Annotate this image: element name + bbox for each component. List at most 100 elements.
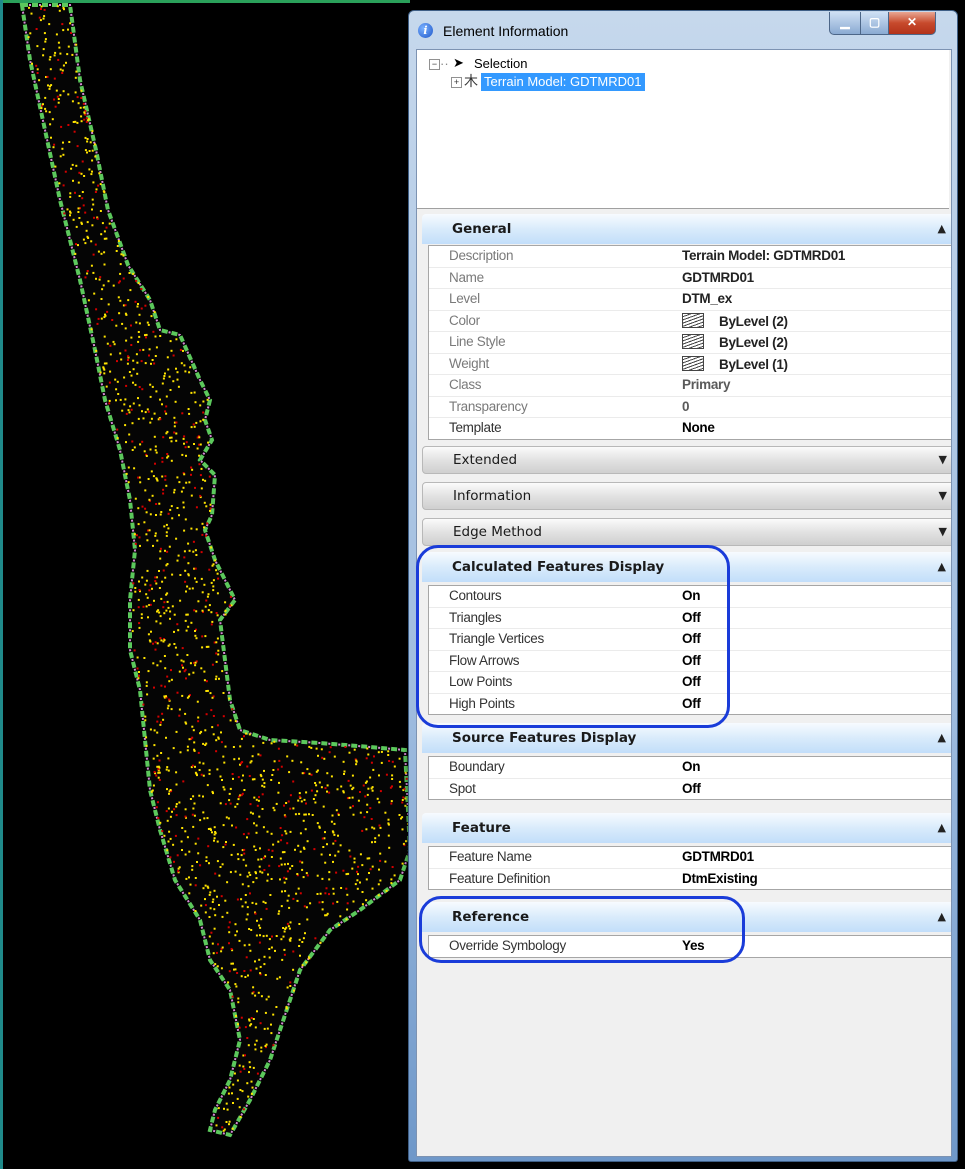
collapse-chevron-icon[interactable]: ▲: [938, 813, 946, 843]
spot-point: [387, 754, 390, 756]
collapse-chevron-icon[interactable]: ▲: [938, 552, 946, 582]
spot-point: [326, 772, 329, 775]
property-row[interactable]: Weight ByLevel (1): [429, 354, 951, 375]
spot-point: [116, 437, 119, 440]
spot-point: [401, 799, 404, 801]
spot-point: [168, 680, 171, 683]
spot-point: [127, 466, 130, 469]
spot-point: [186, 654, 189, 656]
property-row[interactable]: Level DTM_ex: [429, 289, 951, 311]
spot-point: [156, 731, 159, 734]
spot-point: [167, 644, 170, 647]
property-row[interactable]: Feature Definition DtmExisting: [429, 869, 951, 890]
spot-point: [56, 5, 59, 8]
spot-point: [181, 849, 183, 851]
property-row[interactable]: Feature Name GDTMRD01: [429, 847, 951, 869]
spot-point: [134, 542, 137, 545]
spot-point: [390, 802, 393, 805]
property-row[interactable]: Name GDTMRD01: [429, 268, 951, 289]
collapse-chevron-icon[interactable]: ▲: [938, 214, 946, 244]
property-row[interactable]: Class Primary: [429, 375, 951, 397]
spot-point: [239, 1089, 242, 1091]
section-general-header[interactable]: General ▲: [422, 214, 951, 244]
spot-point: [217, 943, 219, 946]
spot-point: [80, 172, 83, 175]
spot-point: [234, 923, 237, 926]
property-row[interactable]: Boundary On: [429, 757, 951, 779]
spot-point: [142, 605, 145, 608]
spot-point: [244, 1026, 247, 1029]
spot-point: [149, 584, 152, 587]
spot-point: [194, 486, 196, 489]
expand-icon[interactable]: +: [451, 77, 462, 88]
collapse-icon[interactable]: −: [429, 59, 440, 70]
spot-point: [175, 537, 178, 540]
collapse-chevron-icon[interactable]: ▲: [938, 902, 946, 932]
spot-point: [164, 410, 167, 413]
expand-chevron-icon[interactable]: ▼: [939, 447, 947, 473]
spot-point: [112, 340, 115, 343]
close-button[interactable]: ✕: [888, 12, 936, 35]
spot-point: [243, 848, 246, 851]
spot-point: [286, 986, 289, 989]
spot-point: [203, 817, 206, 820]
spot-point: [143, 521, 146, 524]
spot-point: [210, 829, 212, 831]
spot-point: [108, 399, 111, 402]
section-information-header[interactable]: Information ▼: [422, 482, 951, 510]
window-title: Element Information: [443, 23, 569, 39]
spot-point: [188, 587, 191, 590]
spot-point: [119, 272, 122, 275]
spot-point: [228, 697, 231, 700]
spot-point: [231, 1127, 234, 1130]
property-row[interactable]: Transparency 0: [429, 397, 951, 418]
collapse-chevron-icon[interactable]: ▲: [938, 723, 946, 753]
expand-chevron-icon[interactable]: ▼: [939, 519, 947, 545]
spot-point: [87, 299, 90, 302]
spot-point: [240, 854, 243, 857]
expand-chevron-icon[interactable]: ▼: [939, 483, 947, 509]
spot-point: [156, 642, 159, 645]
property-row[interactable]: Line Style ByLevel (2): [429, 332, 951, 354]
spot-point: [272, 1013, 275, 1016]
property-row[interactable]: Spot Off: [429, 779, 951, 800]
property-value: On: [682, 759, 701, 774]
property-row[interactable]: Color ByLevel (2): [429, 311, 951, 332]
spot-point: [90, 264, 93, 267]
selection-tree[interactable]: − ·· ➤ Selection + ⽊ Terrain Model: GDTM…: [417, 50, 949, 209]
spot-point: [184, 721, 187, 724]
minimize-button[interactable]: ▁: [829, 12, 861, 35]
spot-point: [221, 946, 224, 949]
spot-point: [183, 550, 186, 553]
spot-point: [277, 912, 280, 915]
spot-point: [254, 912, 257, 915]
section-extended-header[interactable]: Extended ▼: [422, 446, 951, 474]
spot-point: [283, 881, 286, 884]
spot-point: [48, 23, 51, 26]
property-row[interactable]: Description Terrain Model: GDTMRD01: [429, 246, 951, 268]
spot-point: [215, 652, 218, 655]
spot-point: [163, 834, 166, 837]
section-feature-header[interactable]: Feature ▲: [422, 813, 951, 843]
spot-point: [144, 507, 147, 510]
spot-point: [333, 755, 336, 758]
spot-point: [303, 798, 306, 801]
spot-point: [328, 871, 331, 874]
maximize-button[interactable]: ▢: [860, 12, 889, 35]
spot-point: [345, 918, 348, 921]
spot-point: [197, 852, 200, 855]
spot-point: [108, 402, 111, 405]
property-label: Feature Name: [449, 849, 532, 864]
spot-point: [404, 804, 407, 807]
spot-point: [326, 843, 328, 846]
spot-point: [112, 284, 115, 287]
spot-point: [379, 826, 382, 829]
spot-point: [219, 866, 222, 868]
spot-point: [263, 769, 265, 772]
title-bar[interactable]: i Element Information ▁ ▢ ✕: [409, 11, 957, 49]
section-edge-method-header[interactable]: Edge Method ▼: [422, 518, 951, 546]
tree-child-label[interactable]: Terrain Model: GDTMRD01: [481, 73, 645, 91]
spot-point: [263, 869, 266, 871]
property-row[interactable]: Template None: [429, 418, 951, 439]
spot-point: [157, 715, 160, 718]
